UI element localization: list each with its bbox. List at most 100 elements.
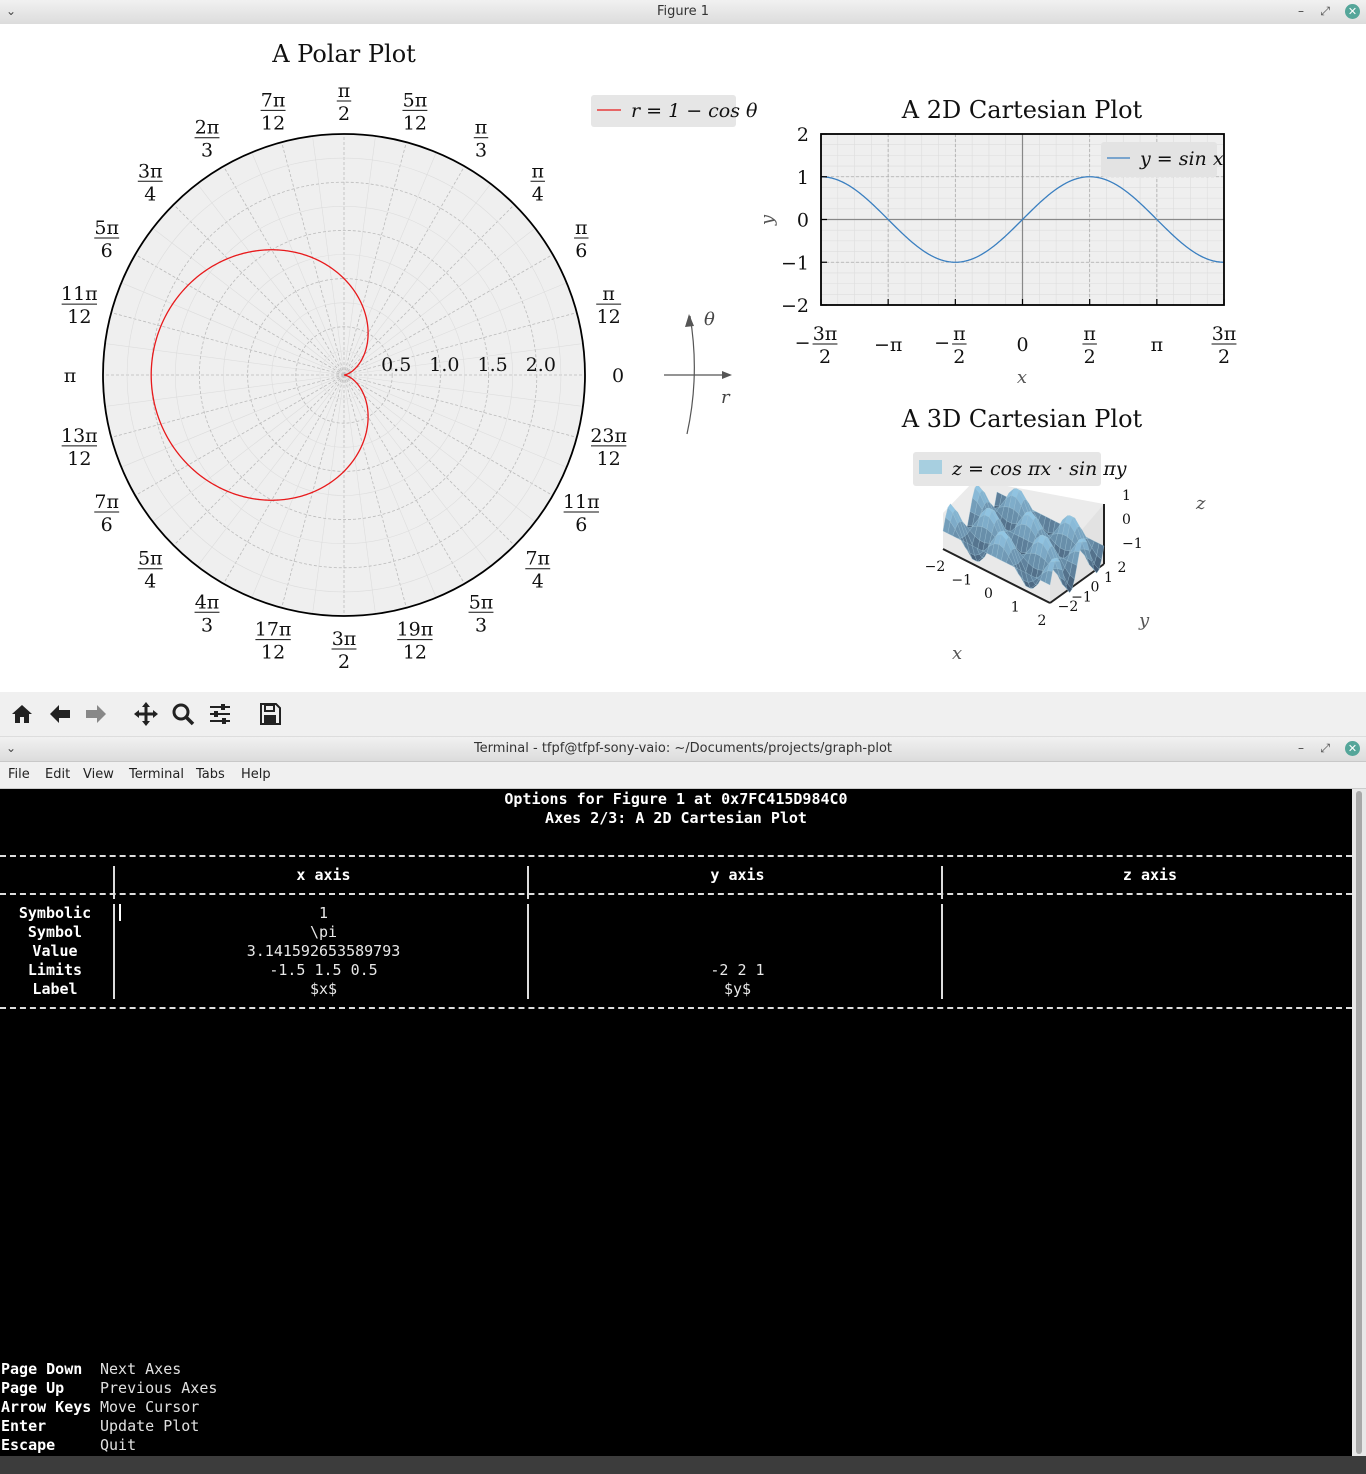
svg-text:19π: 19π — [397, 619, 434, 641]
surface-z-tick: 0 — [1122, 512, 1131, 528]
polar-plot-title: A Polar Plot — [271, 40, 416, 68]
angle-label: 5π3 — [468, 591, 494, 636]
menu-terminal[interactable]: Terminal — [129, 767, 184, 782]
polar-legend-label: r = 1 − cos θ — [631, 100, 758, 122]
svg-text:4π: 4π — [195, 591, 220, 613]
x-tick-label: 0 — [1016, 334, 1028, 356]
terminal-titlebar[interactable]: ⌄ Terminal - tfpf@tfpf-sony-vaio: ~/Docu… — [0, 737, 1366, 762]
angle-label: 5π6 — [94, 217, 120, 262]
terminal-maximize-icon[interactable]: ⤢ — [1320, 740, 1330, 756]
svg-text:3: 3 — [201, 614, 213, 636]
surface-y-tick: 2 — [1118, 560, 1127, 576]
radial-tick-label: 0.5 — [381, 354, 411, 376]
key-description: Update Plot — [100, 1417, 200, 1435]
surface-y-tick: 0 — [1091, 580, 1100, 596]
maximize-icon[interactable]: ⤢ — [1320, 3, 1330, 19]
key-name: Page Up — [1, 1379, 65, 1397]
menu-edit[interactable]: Edit — [45, 767, 70, 782]
svg-text:4: 4 — [532, 183, 544, 205]
scrollbar-thumb[interactable] — [1356, 791, 1362, 1454]
terminal-screen[interactable]: Options for Figure 1 at 0x7FC415D984C0 A… — [0, 789, 1352, 1456]
configure-icon[interactable] — [206, 700, 234, 728]
svg-text:6: 6 — [575, 240, 587, 262]
surface-z-label: z — [1195, 493, 1206, 514]
y-tick-label: 0 — [797, 210, 809, 232]
cell-x-symbolic[interactable]: 1 — [120, 904, 527, 923]
svg-text:3π: 3π — [138, 160, 163, 182]
angle-label: 11π6 — [563, 491, 600, 536]
save-icon[interactable] — [256, 700, 284, 728]
svg-text:12: 12 — [403, 642, 427, 664]
angle-label: 7π12 — [260, 89, 286, 134]
r-label: r — [721, 387, 731, 408]
y-tick-label: −1 — [781, 252, 809, 274]
menu-file[interactable]: File — [8, 767, 30, 782]
terminal-close-icon[interactable]: ✕ — [1345, 741, 1360, 756]
x-tick-label: π2 — [1082, 323, 1097, 368]
terminal-scrollbar[interactable] — [1352, 789, 1366, 1456]
svg-text:12: 12 — [261, 642, 285, 664]
svg-text:4: 4 — [532, 571, 544, 593]
terminal-minimize-icon[interactable]: – — [1298, 740, 1304, 756]
figure-canvas[interactable]: A Polar Plot 0.5 1.0 1.5 2.0 0 π 12 π 6 π 4 π 3 5π 12… — [0, 24, 1366, 692]
svg-text:17π: 17π — [255, 619, 292, 641]
radial-tick-label: 2.0 — [526, 354, 556, 376]
close-icon[interactable]: ✕ — [1345, 4, 1360, 19]
svg-text:4: 4 — [144, 183, 156, 205]
menu-view[interactable]: View — [83, 767, 114, 782]
svg-text:π: π — [338, 80, 351, 102]
svg-text:12: 12 — [597, 306, 621, 328]
figure-titlebar[interactable]: ⌄ Figure 1 – ⤢ ✕ — [0, 0, 1366, 25]
svg-text:12: 12 — [67, 448, 91, 470]
key-description: Move Cursor — [100, 1398, 200, 1416]
svg-text:5π: 5π — [403, 89, 428, 111]
surface-y-tick: −1 — [1071, 589, 1092, 605]
cell-x-label[interactable]: $x$ — [120, 980, 527, 999]
svg-text:13π: 13π — [61, 425, 98, 447]
y-tick-label: −2 — [781, 295, 809, 317]
angle-label: 7π6 — [94, 491, 120, 536]
row-label: Symbolic — [18, 904, 92, 922]
cell-x-symbol[interactable]: \pi — [120, 923, 527, 942]
forward-arrow-icon[interactable] — [82, 700, 110, 728]
cartesian-y-label: y — [757, 214, 778, 226]
theta-label: θ — [704, 309, 715, 330]
angle-label: 23π12 — [590, 425, 627, 470]
svg-text:3π: 3π — [1212, 323, 1237, 345]
surface-y-tick: 1 — [1104, 570, 1113, 586]
radial-tick-label: 1.0 — [429, 354, 459, 376]
cell-y-limits[interactable]: -2 2 1 — [534, 961, 941, 980]
svg-text:11π: 11π — [563, 491, 600, 513]
surface-x-tick: −2 — [925, 559, 946, 575]
angle-label: 3π2 — [331, 628, 357, 673]
row-label: Value — [32, 942, 78, 960]
pan-icon[interactable] — [132, 700, 160, 728]
cartesian-plot-title: A 2D Cartesian Plot — [901, 96, 1143, 124]
angle-label: π12 — [596, 283, 622, 328]
angle-label: π — [64, 365, 77, 387]
zoom-icon[interactable] — [169, 700, 197, 728]
key-description: Next Axes — [100, 1360, 182, 1378]
terminal-bottom-bar — [0, 1456, 1366, 1474]
key-name: Escape — [1, 1436, 56, 1454]
key-description: Previous Axes — [100, 1379, 218, 1397]
home-icon[interactable] — [8, 700, 36, 728]
menu-tabs[interactable]: Tabs — [196, 767, 225, 782]
back-arrow-icon[interactable] — [46, 700, 74, 728]
minimize-icon[interactable]: – — [1298, 3, 1304, 19]
menu-help[interactable]: Help — [241, 767, 271, 782]
svg-text:5π: 5π — [138, 548, 163, 570]
surface-x-tick: 0 — [984, 586, 993, 602]
x-tick-label: 3π2− — [795, 323, 838, 368]
svg-text:6: 6 — [101, 514, 113, 536]
surface-legend-label: z = cos πx · sin πy — [951, 458, 1127, 480]
y-tick-label: 2 — [797, 124, 809, 146]
cell-y-label[interactable]: $y$ — [534, 980, 941, 999]
x-tick-label: π — [1151, 334, 1164, 356]
svg-text:7π: 7π — [261, 89, 286, 111]
key-name: Page Down — [1, 1360, 83, 1378]
cell-x-limits[interactable]: -1.5 1.5 0.5 — [120, 961, 527, 980]
cartesian-2d-plot: A 2D Cartesian Plot 210−1−2 3π2− −π π2− 0 π2… — [757, 96, 1237, 388]
cell-x-value[interactable]: 3.141592653589793 — [120, 942, 527, 961]
svg-text:11π: 11π — [61, 283, 98, 305]
